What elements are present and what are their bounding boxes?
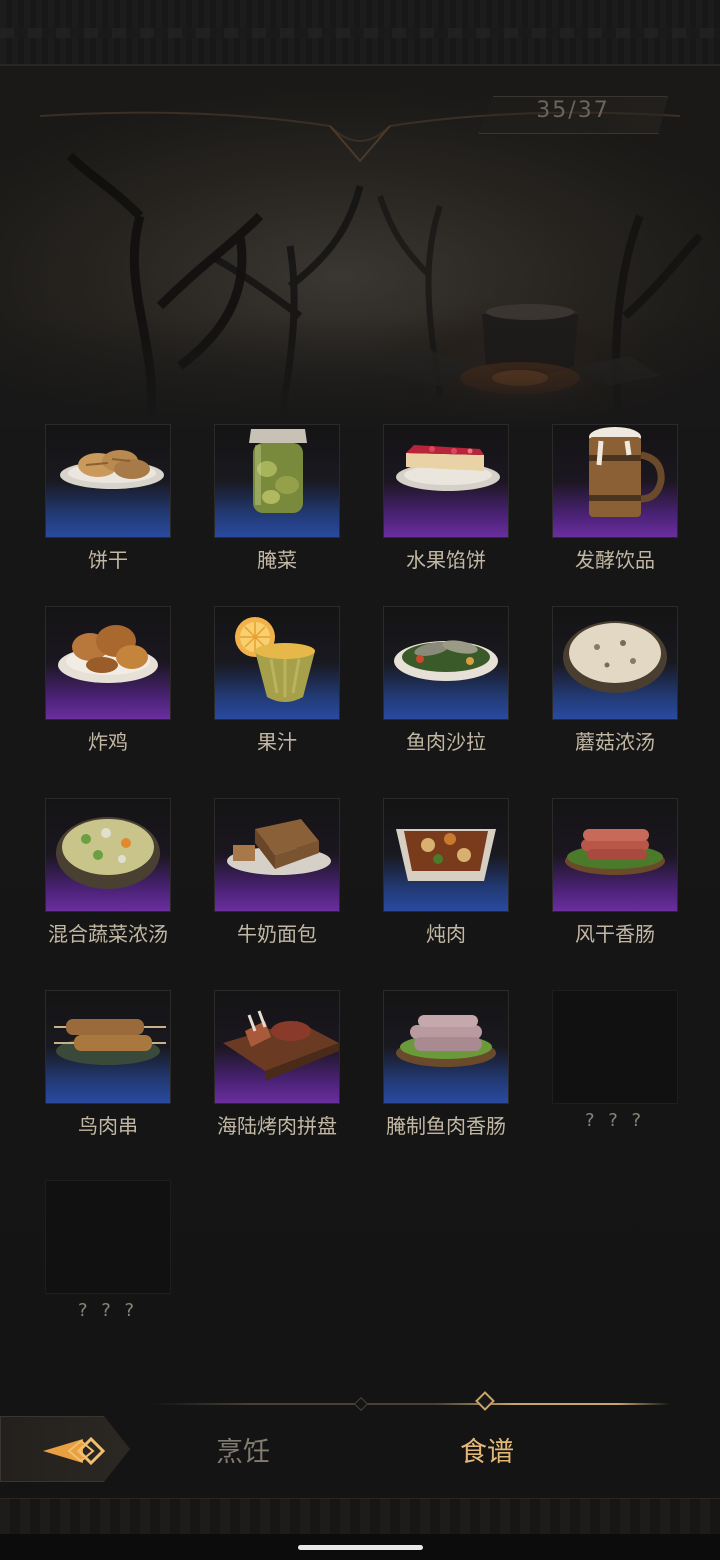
recipe-name: 牛奶面包: [237, 922, 317, 946]
recipe-book-screen: 35/37 饼干 腌菜 水果馅饼 发酵饮品 炸鸡 果汁 鱼肉沙拉 蘑菇浓汤 混合…: [0, 0, 720, 1560]
recipe-card-fermented-drink[interactable]: 发酵饮品: [552, 424, 720, 594]
home-indicator[interactable]: [298, 1545, 423, 1550]
grill-platter-icon: [223, 1010, 339, 1081]
recipe-card-fruit-pie[interactable]: 水果馅饼: [383, 424, 553, 594]
back-button[interactable]: [0, 1416, 130, 1482]
top-ornament-frame: [0, 0, 720, 66]
recipe-tile: [552, 424, 678, 538]
ale-tankard-icon: [589, 427, 665, 517]
back-arrow-icon: [43, 1436, 106, 1466]
recipe-name: 饼干: [88, 548, 128, 572]
pickle-jar-icon: [249, 429, 307, 513]
recipe-name: 水果馅饼: [406, 548, 486, 572]
fish-sausage-plate-icon: [396, 1015, 496, 1067]
recipe-name: 炖肉: [426, 922, 466, 946]
locked-slot-icon: [45, 1180, 171, 1294]
recipe-card-mixed-vegetable-soup[interactable]: 混合蔬菜浓汤: [45, 798, 215, 968]
recipe-card-bird-skewers[interactable]: 鸟肉串: [45, 990, 215, 1160]
recipe-card-biscuit[interactable]: 饼干: [45, 424, 215, 594]
biscuit-plate-icon: [60, 450, 164, 489]
fish-salad-bowl-icon: [394, 640, 498, 681]
bird-skewers-icon: [54, 1019, 166, 1065]
stew-dish-icon: [396, 829, 496, 881]
recipe-name: 发酵饮品: [575, 548, 655, 572]
recipe-tile: [45, 990, 171, 1104]
recipe-card-fish-salad[interactable]: 鱼肉沙拉: [383, 606, 553, 776]
recipe-card-fried-chicken[interactable]: 炸鸡: [45, 606, 215, 776]
recipe-tile: [214, 606, 340, 720]
recipe-name: 炸鸡: [88, 730, 128, 754]
recipe-card-pickles[interactable]: 腌菜: [214, 424, 384, 594]
recipe-tile: [214, 990, 340, 1104]
recipe-tile: [45, 606, 171, 720]
recipe-name: 鸟肉串: [78, 1114, 138, 1138]
recipe-card-dried-sausage[interactable]: 风干香肠: [552, 798, 720, 968]
recipe-tile: [214, 424, 340, 538]
recipe-card-pickled-fish-sausage[interactable]: 腌制鱼肉香肠: [383, 990, 553, 1160]
recipe-name: 腌制鱼肉香肠: [386, 1114, 506, 1138]
recipe-tile: [214, 798, 340, 912]
recipe-card-stew[interactable]: 炖肉: [383, 798, 553, 968]
recipe-name: 混合蔬菜浓汤: [48, 922, 168, 946]
recipe-tile: [45, 424, 171, 538]
active-tab-marker: [475, 1391, 495, 1411]
recipe-card-juice[interactable]: 果汁: [214, 606, 384, 776]
fruit-pie-slice-icon: [396, 445, 500, 491]
milk-bread-icon: [227, 819, 331, 875]
recipe-tile: [383, 990, 509, 1104]
recipe-name: ? ? ?: [584, 1110, 646, 1131]
recipe-name: 果汁: [257, 730, 297, 754]
recipe-name: 蘑菇浓汤: [575, 730, 655, 754]
recipe-card-locked[interactable]: ? ? ?: [552, 990, 720, 1160]
juice-cup-icon: [235, 617, 315, 702]
recipe-tile: [383, 606, 509, 720]
recipe-tile: [45, 798, 171, 912]
fried-chicken-plate-icon: [58, 625, 158, 683]
dried-sausage-plate-icon: [565, 829, 665, 875]
tab-recipes[interactable]: 食谱: [460, 1430, 514, 1469]
tab-divider: [150, 1403, 670, 1405]
locked-slot-icon: [552, 990, 678, 1104]
recipe-card-locked[interactable]: ? ? ?: [45, 1180, 215, 1350]
recipe-card-mushroom-soup[interactable]: 蘑菇浓汤: [552, 606, 720, 776]
recipe-card-grill-platter[interactable]: 海陆烤肉拼盘: [214, 990, 384, 1160]
recipe-name: 风干香肠: [575, 922, 655, 946]
vegetable-soup-bowl-icon: [56, 817, 160, 889]
recipe-name: 腌菜: [257, 548, 297, 572]
recipe-tile: [383, 798, 509, 912]
recipe-card-milk-bread[interactable]: 牛奶面包: [214, 798, 384, 968]
recipe-name: 鱼肉沙拉: [406, 730, 486, 754]
bottom-ornament-frame: [0, 1498, 720, 1534]
tab-divider-ornament: [353, 1396, 369, 1412]
recipe-name: 海陆烤肉拼盘: [217, 1114, 337, 1138]
mushroom-soup-bowl-icon: [563, 621, 667, 693]
collection-counter: 35/37: [536, 98, 610, 123]
recipe-tile: [552, 606, 678, 720]
recipe-name: ? ? ?: [77, 1300, 139, 1321]
recipe-tile: [552, 798, 678, 912]
recipe-tile: [383, 424, 509, 538]
tab-cooking[interactable]: 烹饪: [216, 1430, 270, 1469]
